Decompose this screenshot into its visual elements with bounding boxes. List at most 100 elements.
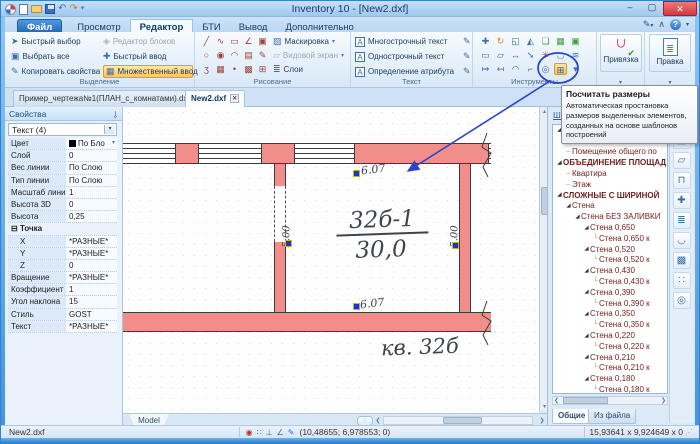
minimize-button[interactable]: – <box>619 1 641 14</box>
document-tab-2[interactable]: New2.dxf ✕ <box>185 90 246 107</box>
property-value[interactable]: 0 <box>66 150 117 162</box>
tree-expand-icon[interactable]: ◢ <box>583 225 590 231</box>
chamfer-icon[interactable]: ⌐ <box>524 63 537 75</box>
tree-item[interactable]: └ Стена 0,430 к <box>553 276 667 287</box>
dim-left-icon[interactable]: ↦ <box>479 63 492 75</box>
arc-tool-icon[interactable]: ◡ <box>672 232 691 249</box>
panel-toggle-button[interactable]: ♡ <box>357 415 373 426</box>
selection-grip[interactable] <box>285 240 292 247</box>
arc-icon[interactable]: ◠ <box>228 49 241 61</box>
tree-expand-icon[interactable]: ◢ <box>583 268 590 274</box>
mtext-edit-icon[interactable]: ✎ <box>463 37 471 46</box>
maximize-button[interactable]: ▢ <box>641 1 663 14</box>
quick-input-button[interactable]: ✚ Быстрый ввод <box>103 50 193 63</box>
attr-edit-icon[interactable]: ✎ <box>463 67 471 76</box>
close-button[interactable]: ✕ <box>663 1 697 16</box>
selection-grip[interactable] <box>452 242 459 249</box>
select-all-button[interactable]: ▣ Выбрать все <box>11 50 103 63</box>
tree-expand-icon[interactable]: ◢ <box>583 289 590 295</box>
property-value[interactable]: *РАЗНЫЕ* <box>66 247 117 259</box>
property-value[interactable]: По Бло ▾ <box>66 138 117 150</box>
help-dropdown-icon[interactable]: ▾ <box>686 21 689 28</box>
room-area-text[interactable]: 30,0 <box>341 236 422 265</box>
point-icon[interactable]: • <box>228 63 241 75</box>
tree-item[interactable]: └ Стена 0,650 к <box>553 233 667 244</box>
tree-expand-icon[interactable]: ◢ <box>583 333 590 339</box>
settings-tool-icon[interactable]: ◎ <box>672 292 691 309</box>
block-icon[interactable]: ▤ <box>242 49 255 61</box>
scroll-left-icon[interactable]: ❮ <box>554 397 559 404</box>
tree-expand-icon[interactable]: ◢ <box>574 214 581 220</box>
tree-item[interactable]: – Помещение общего по <box>553 147 667 158</box>
canvas-horizontal-scrollbar[interactable] <box>383 416 533 425</box>
multi-input-button[interactable]: ▦ Множественный ввод <box>103 65 198 78</box>
sketch-icon[interactable]: ∿ <box>214 35 227 47</box>
circle-icon[interactable]: ○ <box>200 49 213 61</box>
rect-array-icon[interactable]: ▭ <box>479 49 492 61</box>
edit-button[interactable]: Правка <box>649 34 691 72</box>
dtext-button[interactable]: A Однострочный текст ✎ <box>355 50 471 63</box>
stretch-icon[interactable]: ↔ <box>509 49 522 61</box>
property-value[interactable]: 0 <box>66 198 117 211</box>
property-value[interactable]: *РАЗНЫЕ* <box>66 272 117 284</box>
tree-item[interactable]: ◢ СЛОЖНЫЕ С ШИРИНОЙ <box>553 190 667 201</box>
dimension-text-bottom[interactable]: 6.07 <box>359 296 385 312</box>
property-value[interactable]: *РАЗНЫЕ* <box>66 320 117 332</box>
osnap-status-icon[interactable]: ∠ <box>277 428 284 437</box>
snap-button[interactable]: ∩ ✔ Привязка <box>600 34 642 72</box>
copy-icon[interactable]: ❏ <box>539 35 552 47</box>
tree-horizontal-scrollbar[interactable]: ❮ ❯ <box>552 396 668 405</box>
tree-item[interactable]: ◢ Стена 0,520 <box>553 244 667 255</box>
tree-item[interactable]: └ Стена 0,180 к <box>553 384 667 393</box>
property-value[interactable]: По Слою <box>66 174 117 186</box>
tree-item[interactable]: – Этаж <box>553 179 667 190</box>
nodes-tool-icon[interactable]: ✚ <box>672 192 691 209</box>
document-tab-1[interactable]: Пример_чертежа№1(ПЛАН_с_комнатами).dxf <box>13 90 196 107</box>
selection-type-dropdown[interactable]: Текст (4) ▾ <box>8 123 117 136</box>
tree-item[interactable]: └ Стена 0,350 к <box>553 319 667 330</box>
freehand-icon[interactable]: ʒ <box>200 63 213 75</box>
horizontal-scroll-thumb[interactable] <box>443 417 482 424</box>
rotate-icon[interactable]: ↻ <box>494 35 507 47</box>
tree-expand-icon[interactable]: ◢ <box>556 160 563 166</box>
tree-item[interactable]: ◢ Стена 0,430 <box>553 265 667 276</box>
dim-right-icon[interactable]: ↤ <box>494 63 507 75</box>
group-icon[interactable]: ▣ <box>569 35 582 47</box>
dimension-text-top[interactable]: 6.07 <box>360 162 386 178</box>
property-value[interactable]: 0,25 <box>66 211 117 223</box>
fillet-icon[interactable]: ◠ <box>509 63 522 75</box>
copy-props-button[interactable]: ✎ Копировать свойства <box>11 65 103 78</box>
mask-button[interactable]: ▨ Маскировка ▾ <box>273 35 349 48</box>
help-icon[interactable]: ? <box>669 19 681 30</box>
pencil-icon[interactable]: ✎ <box>256 49 269 61</box>
collapse-ribbon-icon[interactable]: ∧ <box>658 19 665 30</box>
mirror-icon[interactable]: ◭ <box>524 35 537 47</box>
viewport-button[interactable]: ▱ Видовой экран ▾ <box>273 49 349 62</box>
join-icon[interactable]: ◡ <box>554 49 567 61</box>
hatch-tool-icon[interactable]: ▩ <box>672 252 691 269</box>
tree-expand-icon[interactable]: ◢ <box>583 376 590 382</box>
tree-item[interactable]: ◢ Стена 0,220 <box>553 330 667 341</box>
style-edit-icon[interactable]: ✎▾ <box>643 19 654 30</box>
profile-tool-icon[interactable]: ⊓ <box>672 172 691 189</box>
tree-item[interactable]: └ Стена 0,220 к <box>553 341 667 352</box>
tree-item[interactable]: ◢ Стена 0,650 <box>553 222 667 233</box>
close-tab-icon[interactable]: ✕ <box>230 94 240 103</box>
region-icon[interactable]: ▩ <box>242 63 255 75</box>
measure-icon[interactable]: ➘ <box>524 49 537 61</box>
tree-item[interactable]: ◢ Стена 0,180 <box>553 373 667 384</box>
move-icon[interactable]: ✚ <box>479 35 492 47</box>
tree-expand-icon[interactable]: ◢ <box>565 203 572 209</box>
property-value[interactable]: 1 <box>66 284 117 296</box>
path-array-icon[interactable]: ▱ <box>494 49 507 61</box>
polyline-icon[interactable]: ∠ <box>242 35 255 47</box>
scroll-right-icon[interactable]: ❯ <box>537 417 547 424</box>
tree-item[interactable]: – Квартира <box>553 168 667 179</box>
attr-button[interactable]: A Определение атрибута ✎ <box>355 65 471 78</box>
tree-expand-icon[interactable]: ◢ <box>583 354 590 360</box>
offset-icon[interactable]: ≋ <box>569 49 582 61</box>
tree-item[interactable]: ◢ Стена 0,210 <box>553 352 667 363</box>
tree-item[interactable]: ◢ ОБЪЕДИНЕНИЕ ПЛОЩАД <box>553 157 667 168</box>
property-value[interactable]: По Слою <box>66 162 117 174</box>
mtext-button[interactable]: A Многострочный текст ✎ <box>355 35 471 48</box>
